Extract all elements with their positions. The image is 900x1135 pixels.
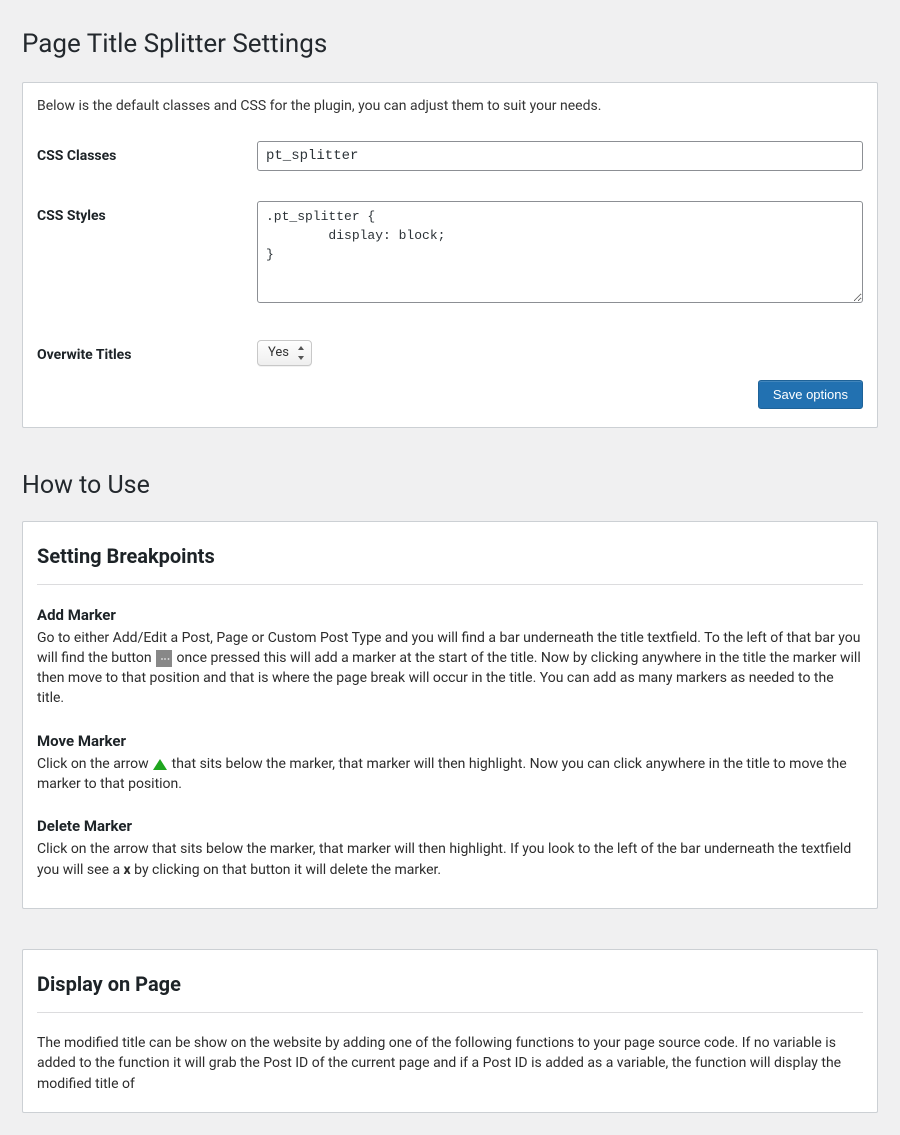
triangle-up-icon [153,759,167,770]
label-css-classes: CSS Classes [37,141,257,167]
x-icon: x [124,862,131,878]
add-marker-body: Go to either Add/Edit a Post, Page or Cu… [37,628,863,709]
row-css-styles: CSS Styles .pt_splitter { display: block… [37,201,863,310]
divider [37,1012,863,1013]
row-css-classes: CSS Classes [37,141,863,171]
chevron-updown-icon [297,346,305,360]
display-title: Display on Page [37,970,863,1004]
textarea-css-styles[interactable]: .pt_splitter { display: block; } [257,201,863,303]
page-title: Page Title Splitter Settings [22,26,878,62]
howto-display-panel: Display on Page The modified title can b… [22,949,878,1113]
move-marker-body: Click on the arrow that sits below the m… [37,754,863,795]
intro-text: Below is the default classes and CSS for… [37,97,863,117]
delete-marker-post: by clicking on that button it will delet… [134,862,441,878]
delete-marker-title: Delete Marker [37,816,863,837]
delete-marker-body: Click on the arrow that sits below the m… [37,839,863,880]
display-body: The modified title can be show on the we… [37,1033,863,1094]
howto-title: How to Use [22,468,878,503]
select-overwrite-value: Yes [268,345,289,360]
select-overwrite-titles[interactable]: Yes [257,340,312,366]
breakpoints-title: Setting Breakpoints [37,542,863,576]
howto-breakpoints-panel: Setting Breakpoints Add Marker Go to eit… [22,521,878,909]
add-marker-title: Add Marker [37,605,863,626]
add-marker-icon: ⋮ [156,650,172,667]
label-overwrite-titles: Overwite Titles [37,340,257,366]
label-css-styles: CSS Styles [37,201,257,227]
row-overwrite-titles: Overwite Titles Yes [37,340,863,366]
move-marker-pre: Click on the arrow [37,756,152,772]
divider [37,584,863,585]
settings-panel: Below is the default classes and CSS for… [22,82,878,427]
input-css-classes[interactable] [257,141,863,171]
save-options-button[interactable]: Save options [758,380,863,409]
move-marker-title: Move Marker [37,731,863,752]
